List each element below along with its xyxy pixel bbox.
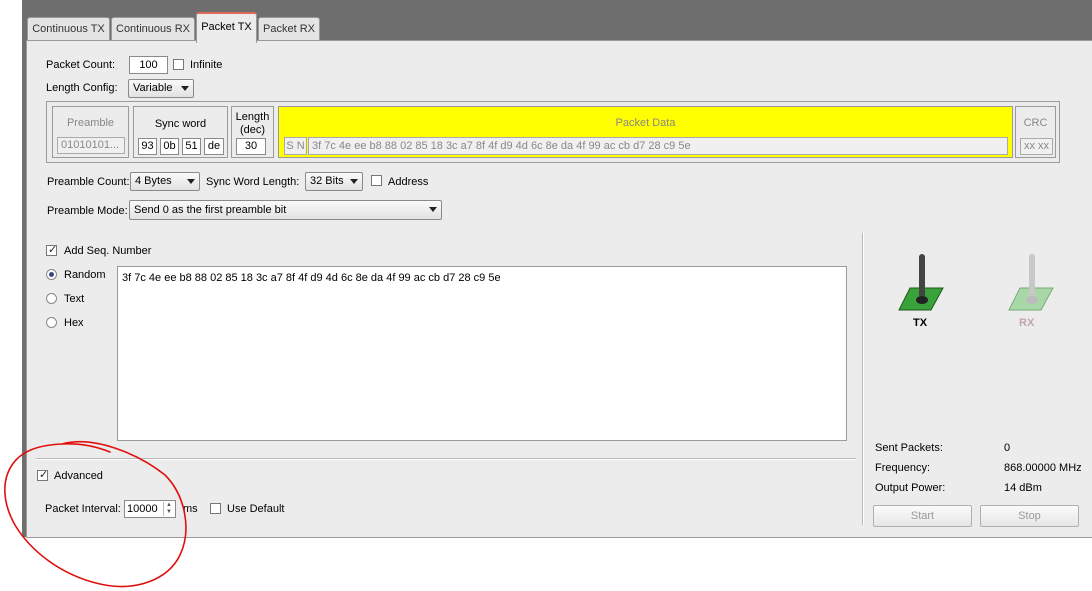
infinite-label: Infinite xyxy=(190,59,223,71)
add-seq-number-label: Add Seq. Number xyxy=(64,245,152,257)
text-label: Text xyxy=(64,293,85,305)
chevron-down-icon xyxy=(350,179,358,184)
address-checkbox[interactable] xyxy=(371,175,382,186)
tx-switch-icon[interactable] xyxy=(895,250,950,320)
preamble-title: Preamble xyxy=(66,117,115,129)
sync-byte-4[interactable]: de xyxy=(204,138,224,155)
chevron-down-icon xyxy=(181,86,189,91)
sync-byte-1[interactable]: 93 xyxy=(138,138,157,155)
sync-word-title: Sync word xyxy=(154,118,207,130)
packet-count-input[interactable]: 100 xyxy=(129,56,168,74)
crc-title: CRC xyxy=(1023,117,1048,129)
add-seq-number-checkbox[interactable] xyxy=(46,243,57,256)
rx-label: RX xyxy=(1019,317,1035,329)
crc-value: xx xx xyxy=(1020,138,1053,155)
sync-word-length-value: 32 Bits xyxy=(310,175,344,187)
chevron-down-icon xyxy=(187,179,195,184)
hex-radio[interactable] xyxy=(46,317,57,328)
frequency-value: 868.00000 MHz xyxy=(1004,462,1082,474)
stop-button[interactable]: Stop xyxy=(980,505,1079,527)
rx-switch-icon[interactable] xyxy=(1005,250,1060,320)
sync-word-length-label: Sync Word Length: xyxy=(206,176,300,188)
address-label: Address xyxy=(388,176,429,188)
length-title: Length xyxy=(235,111,270,123)
preamble-mode-select[interactable]: Send 0 as the first preamble bit xyxy=(129,200,442,220)
sync-byte-3[interactable]: 51 xyxy=(182,138,201,155)
output-power-label: Output Power: xyxy=(875,482,946,494)
infinite-checkbox[interactable] xyxy=(173,59,184,70)
preamble-value: 01010101... xyxy=(57,137,125,154)
seq-number-prefix: S N xyxy=(284,137,307,155)
tab-continuous-tx[interactable]: Continuous TX xyxy=(27,17,110,41)
sync-byte-2[interactable]: 0b xyxy=(160,138,179,155)
use-default-label: Use Default xyxy=(227,503,285,515)
sent-packets-value: 0 xyxy=(1004,442,1011,454)
packet-data-title: Packet Data xyxy=(615,117,676,129)
length-config-value: Variable xyxy=(133,82,173,94)
random-radio[interactable] xyxy=(46,269,57,280)
length-value[interactable]: 30 xyxy=(236,138,266,155)
packet-data-value: 3f 7c 4e ee b8 88 02 85 18 3c a7 8f 4f d… xyxy=(308,137,1008,155)
sync-word-length-select[interactable]: 32 Bits xyxy=(305,172,363,191)
random-label: Random xyxy=(64,269,106,281)
sent-packets-label: Sent Packets: xyxy=(875,442,943,454)
length-subtitle: (dec) xyxy=(239,124,266,136)
preamble-count-select[interactable]: 4 Bytes xyxy=(130,172,200,191)
frequency-label: Frequency: xyxy=(875,462,931,474)
length-config-label: Length Config: xyxy=(46,82,118,94)
tab-continuous-rx[interactable]: Continuous RX xyxy=(111,17,195,41)
tab-packet-rx[interactable]: Packet RX xyxy=(258,17,320,41)
chevron-down-icon xyxy=(429,207,437,212)
red-annotation-circle xyxy=(4,440,187,588)
preamble-count-label: Preamble Count: xyxy=(47,176,130,188)
length-config-select[interactable]: Variable xyxy=(128,79,194,98)
text-radio[interactable] xyxy=(46,293,57,304)
preamble-count-value: 4 Bytes xyxy=(135,175,172,187)
preamble-mode-label: Preamble Mode: xyxy=(47,205,128,217)
preamble-mode-value: Send 0 as the first preamble bit xyxy=(134,204,287,216)
packet-data-textarea[interactable]: 3f 7c 4e ee b8 88 02 85 18 3c a7 8f 4f d… xyxy=(117,266,847,441)
use-default-checkbox[interactable] xyxy=(210,503,221,514)
tab-packet-tx[interactable]: Packet TX xyxy=(196,12,257,43)
start-button[interactable]: Start xyxy=(873,505,972,527)
packet-count-label: Packet Count: xyxy=(46,59,116,71)
vertical-divider xyxy=(862,233,864,525)
tx-label: TX xyxy=(913,317,928,329)
hex-label: Hex xyxy=(64,317,84,329)
packet-data-text: 3f 7c 4e ee b8 88 02 85 18 3c a7 8f 4f d… xyxy=(122,272,501,284)
output-power-value: 14 dBm xyxy=(1004,482,1042,494)
